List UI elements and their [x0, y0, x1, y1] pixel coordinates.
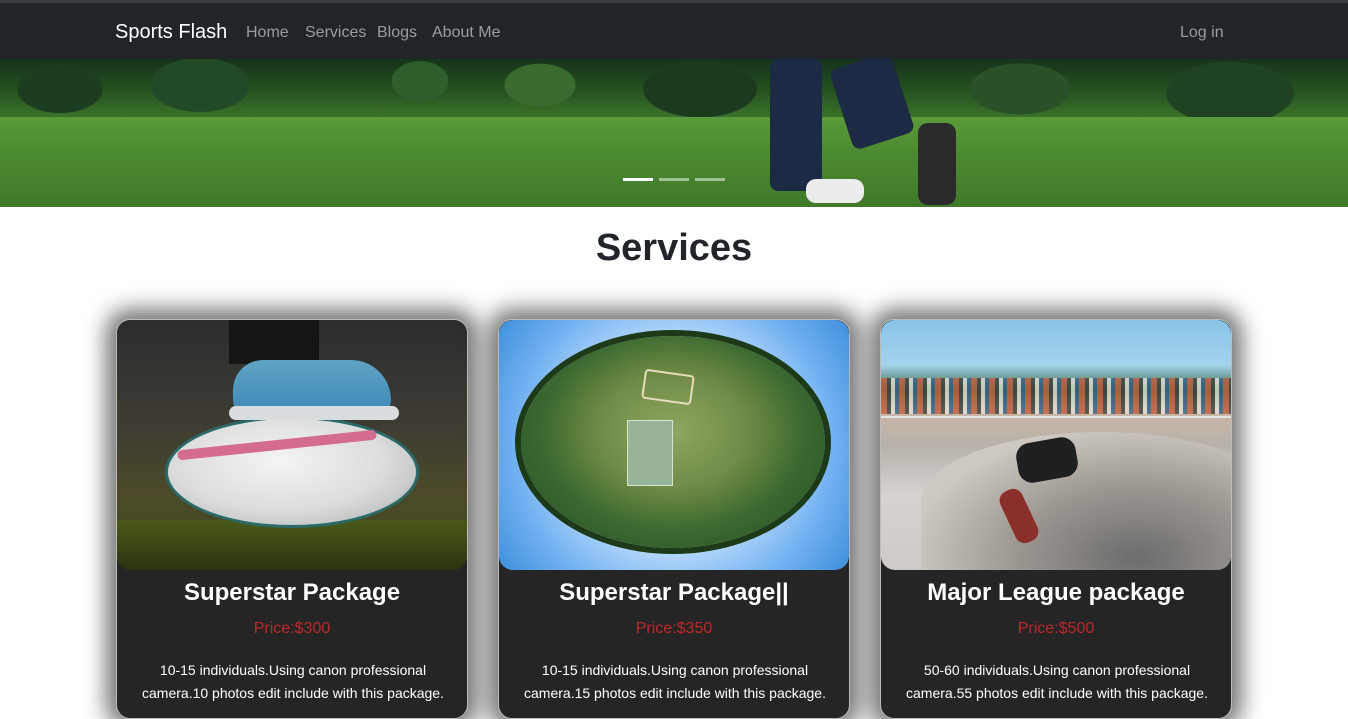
card-price: Price:$500	[1017, 620, 1095, 637]
hero-trees-image	[0, 59, 1348, 121]
card-image-skate	[881, 320, 1231, 570]
card-title: Superstar Package||	[559, 579, 789, 606]
hero-leg-left	[770, 59, 822, 191]
nav-link-services[interactable]: Services	[305, 24, 366, 42]
navbar: Sports Flash Home Services Blogs About M…	[0, 0, 1348, 59]
hero-shoe-left	[806, 179, 864, 203]
service-card-superstar[interactable]: Superstar Package Price:$300 10-15 indiv…	[116, 319, 468, 719]
nav-link-home[interactable]: Home	[246, 24, 289, 42]
carousel-indicator-2[interactable]	[659, 178, 689, 181]
services-title: Services	[595, 227, 753, 269]
hero-grass-image	[0, 117, 1348, 207]
carousel-indicator-1[interactable]	[623, 178, 653, 181]
hero-carousel[interactable]	[0, 59, 1348, 207]
card-image-planet	[499, 320, 849, 570]
card-price: Price:$350	[635, 620, 713, 637]
service-card-superstar-2[interactable]: Superstar Package|| Price:$350 10-15 ind…	[498, 319, 850, 719]
nav-link-blogs[interactable]: Blogs	[377, 24, 417, 42]
brand-logo[interactable]: Sports Flash	[115, 21, 227, 44]
service-card-major-league[interactable]: Major League package Price:$500 50-60 in…	[880, 319, 1232, 719]
card-description: 10-15 individuals.Using canon profession…	[142, 662, 444, 701]
nav-link-about-me[interactable]: About Me	[432, 24, 500, 42]
login-link[interactable]: Log in	[1180, 24, 1224, 42]
card-image-football	[117, 320, 467, 570]
card-description: 10-15 individuals.Using canon profession…	[524, 662, 826, 701]
hero-shoe-right	[918, 123, 956, 205]
card-title: Major League package	[927, 579, 1185, 606]
carousel-indicator-3[interactable]	[695, 178, 725, 181]
card-description: 50-60 individuals.Using canon profession…	[906, 662, 1208, 701]
card-price: Price:$300	[253, 620, 331, 637]
card-title: Superstar Package	[183, 579, 401, 606]
